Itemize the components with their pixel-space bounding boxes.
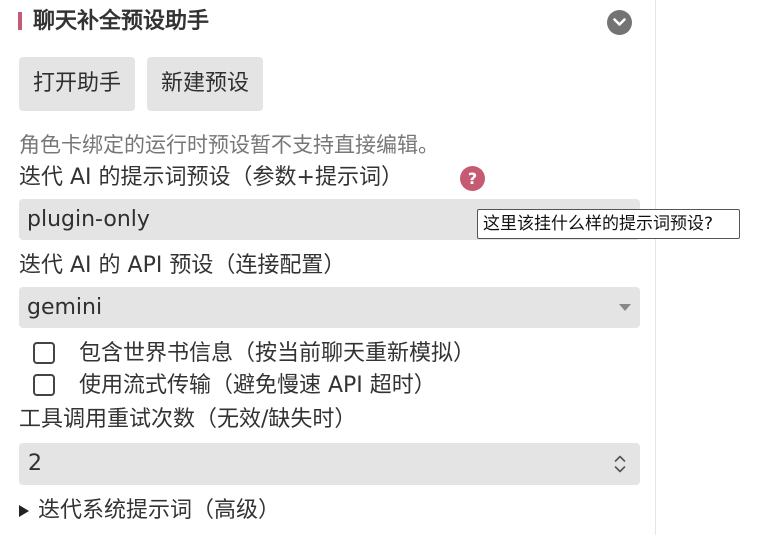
new-preset-button[interactable]: 新建预设 [147,57,263,111]
header-accent-bar [18,12,22,30]
open-assistant-button[interactable]: 打开助手 [19,57,135,111]
dropdown-arrow-icon [619,304,631,311]
api-preset-label: 迭代 AI 的 API 预设（连接配置） [19,253,346,278]
panel-header[interactable]: 聊天补全预设助手 [18,6,640,40]
preset-assistant-panel: 聊天补全预设助手 打开助手 新建预设 角色卡绑定的运行时预设暂不支持直接编辑。 … [0,0,655,535]
advanced-system-prompt-toggle[interactable]: 迭代系统提示词（高级） [19,496,280,526]
runtime-preset-note: 角色卡绑定的运行时预设暂不支持直接编辑。 [19,133,439,157]
retry-count-label: 工具调用重试次数（无效/缺失时） [19,407,357,432]
include-worldinfo-checkbox[interactable] [33,342,55,364]
panel-edge-divider [655,0,656,535]
prompt-preset-value: plugin-only [27,207,150,232]
disclosure-triangle-icon [19,505,29,517]
advanced-system-prompt-label: 迭代系统提示词（高级） [38,498,281,523]
include-worldinfo-label: 包含世界书信息（按当前聊天重新模拟） [79,341,476,366]
question-icon[interactable]: ? [460,166,485,191]
streaming-label: 使用流式传输（避免慢速 API 超时） [79,373,436,398]
streaming-checkbox[interactable] [33,374,55,396]
help-tooltip: 这里该挂什么样的提示词预设? [477,209,740,239]
prompt-preset-label: 迭代 AI 的提示词预设（参数+提示词） [19,165,403,190]
api-preset-select[interactable]: gemini [19,287,640,328]
retry-count-input[interactable]: 2 [19,443,640,485]
stepper-icon[interactable] [614,454,626,474]
retry-count-value: 2 [28,451,42,476]
panel-title: 聊天补全预设助手 [33,9,210,34]
api-preset-value: gemini [27,295,103,320]
chevron-down-icon[interactable] [607,10,632,35]
